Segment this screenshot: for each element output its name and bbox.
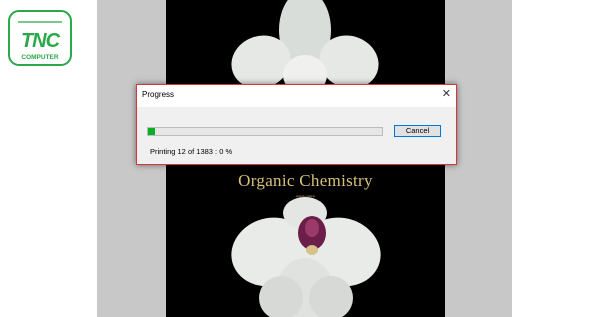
dialog-titlebar[interactable]: Progress ✕	[137, 85, 456, 107]
cancel-button[interactable]: Cancel	[394, 125, 441, 137]
tnc-computer-logo: TNC COMPUTER	[8, 10, 72, 66]
svg-text:TNC: TNC	[21, 30, 61, 52]
print-status-text: Printing 12 of 1383 : 0 %	[150, 147, 233, 156]
svg-text:COMPUTER: COMPUTER	[21, 54, 59, 61]
book-title: Organic Chemistry	[238, 171, 373, 190]
progress-dialog: Progress ✕ Cancel Printing 12 of 1383 : …	[136, 84, 457, 165]
progress-bar-fill	[148, 128, 156, 135]
book-subtitle: eighth edition	[295, 194, 316, 198]
dialog-title: Progress	[142, 90, 175, 99]
progress-bar	[147, 127, 383, 136]
close-icon[interactable]: ✕	[442, 88, 451, 100]
